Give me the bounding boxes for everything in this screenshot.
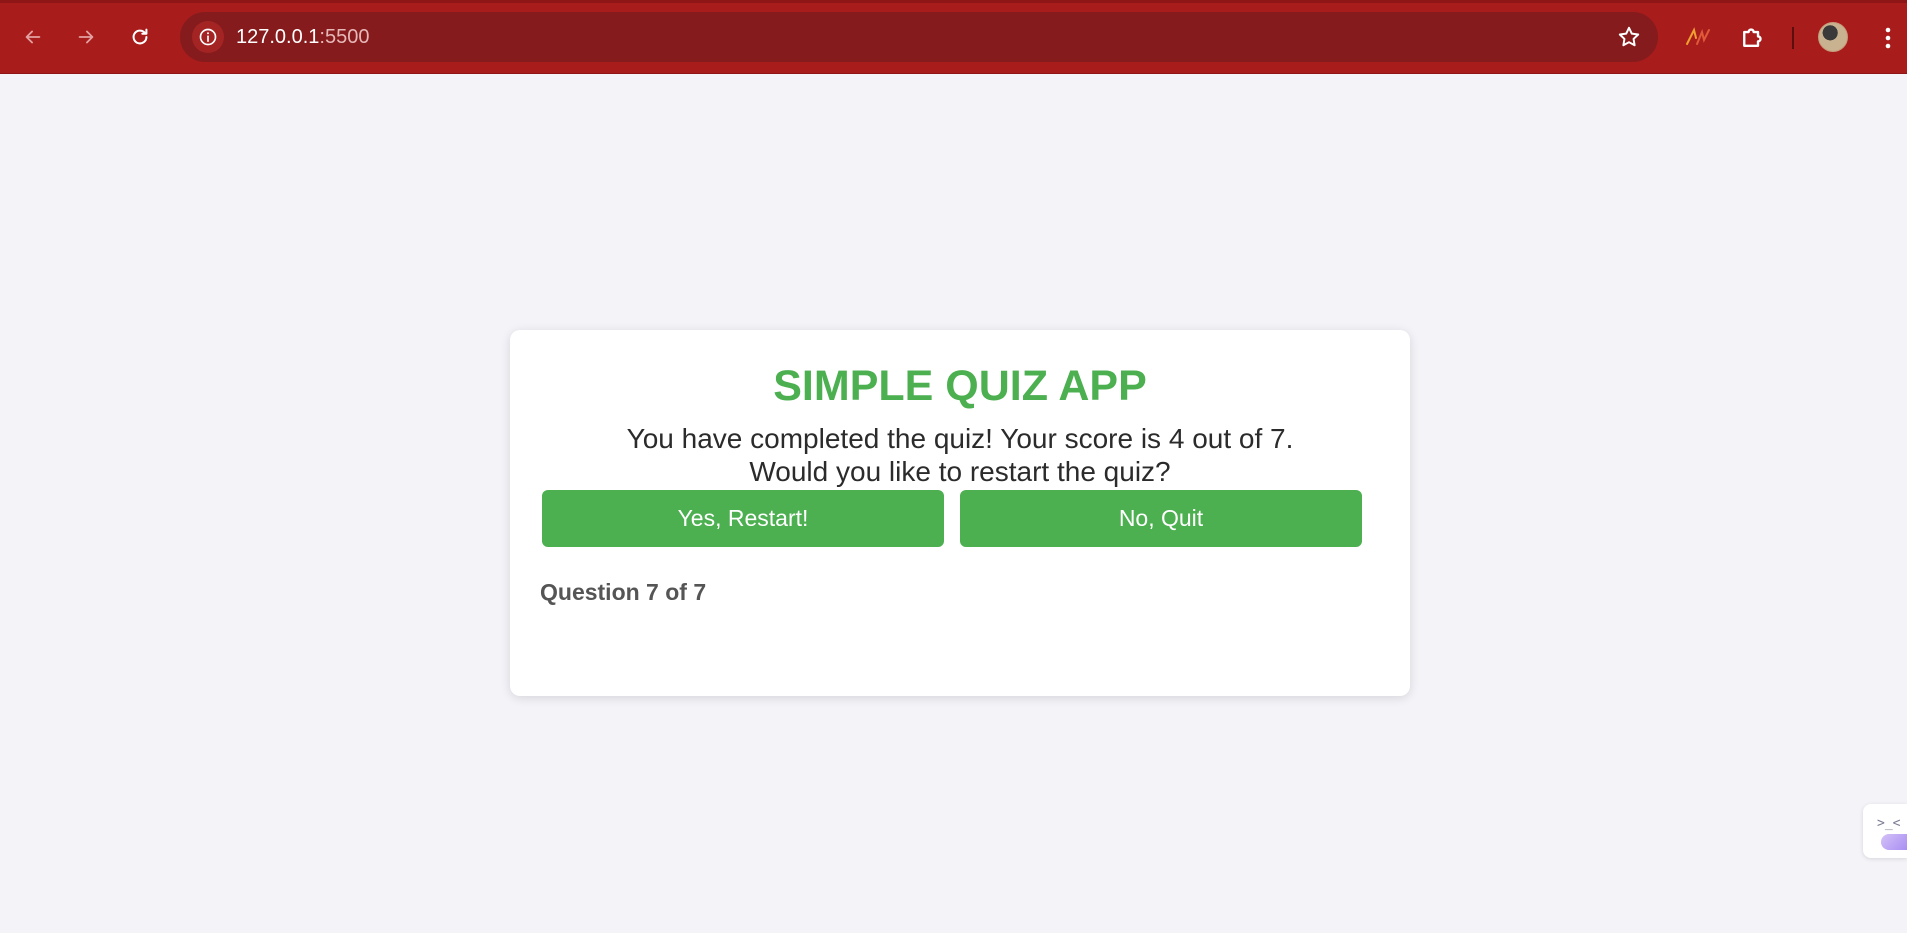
url-port: :5500 [319, 26, 370, 48]
ai-extension-icon[interactable] [1683, 24, 1713, 50]
browser-toolbar: 127.0.0.1:5500 [0, 0, 1907, 74]
result-prompt-line: Would you like to restart the quiz? [749, 456, 1171, 487]
result-message: You have completed the quiz! Your score … [510, 422, 1410, 488]
url-host: 127.0.0.1 [236, 26, 320, 48]
side-widget-face: >_< [1877, 816, 1901, 831]
result-score-line: You have completed the quiz! Your score … [626, 423, 1294, 454]
page-content: SIMPLE QUIZ APP You have completed the q… [0, 74, 1907, 933]
quiz-card: SIMPLE QUIZ APP You have completed the q… [510, 330, 1410, 696]
info-icon [199, 28, 217, 46]
restart-button[interactable]: Yes, Restart! [542, 490, 944, 547]
quit-button[interactable]: No, Quit [960, 490, 1362, 547]
reload-icon [132, 28, 148, 45]
back-button[interactable] [17, 21, 49, 53]
side-widget-tab[interactable]: >_< [1863, 804, 1907, 858]
question-counter: Question 7 of 7 [540, 579, 707, 605]
kebab-menu-icon[interactable] [1876, 24, 1900, 52]
puzzle-icon[interactable] [1738, 22, 1768, 52]
side-widget-glow [1881, 834, 1907, 850]
forward-button[interactable] [70, 21, 102, 53]
arrow-right-icon [78, 30, 94, 44]
avatar[interactable] [1818, 22, 1848, 52]
reload-button[interactable] [124, 21, 156, 53]
page-title: SIMPLE QUIZ APP [773, 362, 1147, 410]
arrow-left-icon [25, 30, 41, 44]
toolbar-divider [1792, 27, 1794, 49]
star-icon[interactable] [1616, 24, 1642, 50]
tab-strip [0, 0, 1907, 3]
url-text[interactable]: 127.0.0.1:5500 [236, 26, 369, 49]
address-bar[interactable]: 127.0.0.1:5500 [180, 12, 1658, 62]
site-info-button[interactable] [192, 21, 224, 53]
